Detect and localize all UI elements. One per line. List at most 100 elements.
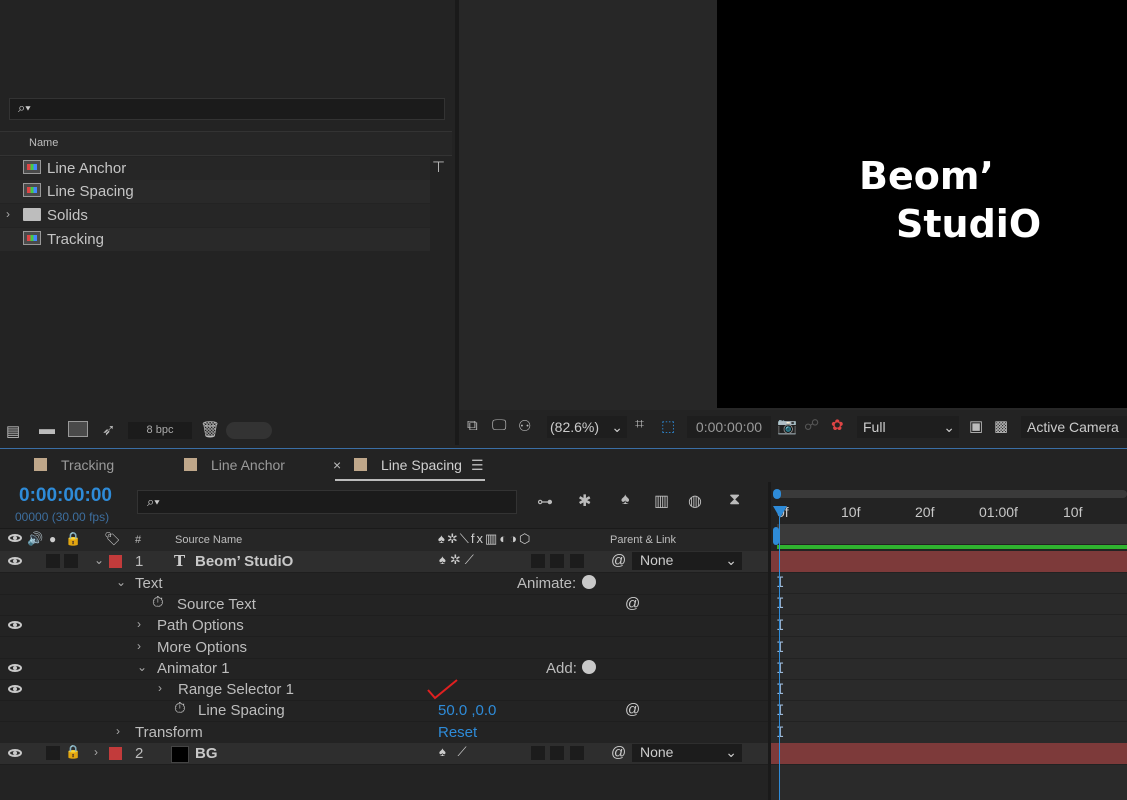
fast-previews-icon[interactable]: ▣ xyxy=(969,417,983,435)
channel-rgb-icon[interactable]: ✿ xyxy=(831,416,844,434)
panel-menu-icon[interactable]: ☰ xyxy=(471,457,484,474)
shy-layers-icon[interactable]: ♠ xyxy=(621,491,630,509)
new-folder-icon[interactable]: ▬ xyxy=(39,421,55,439)
panel-divider[interactable] xyxy=(768,482,771,800)
eye-icon[interactable] xyxy=(8,685,22,693)
layer-switches[interactable]: ♠ ⟋ xyxy=(439,744,471,760)
mask-visibility-icon[interactable]: ⚇ xyxy=(518,417,531,435)
column-source-name-label[interactable]: Source Name xyxy=(175,534,242,546)
layer-name[interactable]: BG xyxy=(195,745,218,762)
prop-range-selector[interactable]: › Range Selector 1 xyxy=(0,679,770,701)
composition-canvas[interactable]: Beom’ StudiO xyxy=(717,0,1127,408)
lock-icon[interactable]: 🔒 xyxy=(65,744,81,760)
thumbnail-scroll[interactable] xyxy=(226,422,272,439)
audio-switch[interactable] xyxy=(46,554,60,568)
animate-play-button[interactable] xyxy=(582,575,596,589)
bpc-button[interactable]: 8 bpc xyxy=(128,422,192,439)
chevron-down-icon[interactable]: ⌄ xyxy=(137,660,147,674)
current-time-display[interactable]: 0:00:00:00 xyxy=(19,485,112,507)
project-item[interactable]: Line Anchor xyxy=(0,157,430,180)
comp-flowchart-icon[interactable]: ⊶ xyxy=(537,492,553,512)
layer-name[interactable]: Beom’ StudiO xyxy=(195,553,293,570)
tab-line-spacing[interactable]: Line Spacing xyxy=(381,457,462,473)
chevron-right-icon[interactable]: › xyxy=(137,639,141,653)
track-row[interactable]: I xyxy=(771,722,1127,744)
chevron-right-icon[interactable]: › xyxy=(116,724,120,738)
snapshot-icon[interactable]: 📷 xyxy=(777,416,797,436)
pickwhip-icon[interactable]: @ xyxy=(625,595,640,612)
new-composition-icon[interactable] xyxy=(68,421,88,437)
graph-editor-icon[interactable]: ⧗ xyxy=(729,491,740,509)
playhead-line[interactable] xyxy=(779,517,780,800)
parent-select[interactable]: None ⌄ xyxy=(632,744,742,762)
track-row[interactable]: I xyxy=(771,615,1127,637)
stopwatch-icon[interactable]: ⏱ xyxy=(174,700,186,717)
chevron-right-icon[interactable]: › xyxy=(6,207,10,221)
motion-blur-icon[interactable]: ◍ xyxy=(688,491,702,511)
pickwhip-icon[interactable]: @ xyxy=(611,744,626,761)
switch-slot[interactable] xyxy=(531,554,545,568)
flowchart-icon[interactable]: ⊤ xyxy=(432,158,445,176)
prop-text[interactable]: ⌄ Text Animate: xyxy=(0,573,770,595)
panel-divider[interactable] xyxy=(455,0,459,445)
chevron-down-icon[interactable]: ⌄ xyxy=(116,575,126,589)
switch-slot[interactable] xyxy=(570,746,584,760)
work-area-bar[interactable] xyxy=(774,490,1127,498)
eye-icon[interactable] xyxy=(8,557,22,565)
audio-switch[interactable] xyxy=(46,746,60,760)
add-play-button[interactable] xyxy=(582,660,596,674)
layer-track-2[interactable] xyxy=(771,743,1127,765)
pickwhip-icon[interactable]: @ xyxy=(625,701,640,718)
project-item[interactable]: › Solids xyxy=(0,204,430,227)
work-area-start-handle[interactable] xyxy=(773,489,781,499)
switch-slot[interactable] xyxy=(531,746,545,760)
transparency-grid-icon[interactable]: ▩ xyxy=(994,417,1008,435)
eye-icon[interactable] xyxy=(8,749,22,757)
grid-guides-icon[interactable]: ⌗ xyxy=(635,416,644,434)
viewer-text-line2[interactable]: StudiO xyxy=(896,202,1041,246)
pickwhip-icon[interactable]: @ xyxy=(611,552,626,569)
viewer-timecode[interactable]: 0:00:00:00 xyxy=(687,416,771,438)
switch-slot[interactable] xyxy=(550,746,564,760)
region-of-interest-icon[interactable]: ⬚ xyxy=(661,417,675,435)
track-row[interactable]: I xyxy=(771,572,1127,594)
layer-switches[interactable]: ♠✲⟋ xyxy=(439,552,478,568)
timeline-search-input[interactable]: ⌕▾ xyxy=(137,490,517,514)
eye-icon[interactable] xyxy=(8,664,22,672)
frame-blending-icon[interactable]: ▥ xyxy=(654,491,669,511)
parent-select[interactable]: None ⌄ xyxy=(632,552,742,570)
prop-path-options[interactable]: › Path Options xyxy=(0,615,770,637)
prop-animator[interactable]: ⌄ Animator 1 Add: xyxy=(0,658,770,680)
project-item[interactable]: Line Spacing xyxy=(0,180,430,203)
prop-more-options[interactable]: › More Options xyxy=(0,637,770,659)
switch-slot[interactable] xyxy=(570,554,584,568)
monitor-icon[interactable]: 🖵 xyxy=(492,417,506,434)
chevron-right-icon[interactable]: › xyxy=(158,681,162,695)
prop-source-text[interactable]: ⏱ Source Text @ xyxy=(0,594,770,616)
layer-track-1[interactable] xyxy=(771,551,1127,573)
always-preview-icon[interactable]: ⧉ xyxy=(467,417,478,434)
chevron-down-icon[interactable]: ⌄ xyxy=(94,553,104,567)
track-row[interactable]: I xyxy=(771,658,1127,680)
project-item[interactable]: Tracking xyxy=(0,228,430,251)
tab-tracking[interactable]: Tracking xyxy=(61,457,114,473)
camera-select[interactable]: Active Camera xyxy=(1021,416,1127,438)
resolution-select[interactable]: Full ⌄ xyxy=(857,416,959,438)
layer-row-1[interactable]: ⌄ 1 T Beom’ StudiO ♠✲⟋ @ None ⌄ xyxy=(0,551,770,573)
render-queue-icon[interactable]: ➶ xyxy=(102,420,115,440)
switch-slot[interactable] xyxy=(550,554,564,568)
time-ruler[interactable]: 0f 10f 20f 01:00f 10f xyxy=(771,482,1127,550)
tab-line-anchor[interactable]: Line Anchor xyxy=(211,457,285,473)
layer-row-2[interactable]: 🔒 › 2 BG ♠ ⟋ @ None ⌄ xyxy=(0,743,770,765)
prop-transform[interactable]: › Transform Reset xyxy=(0,722,770,744)
timeline-tracks[interactable]: I I I I I I I I xyxy=(771,551,1127,800)
playhead-marker[interactable] xyxy=(773,506,787,518)
close-icon[interactable]: × xyxy=(333,457,341,473)
layer-label-color[interactable] xyxy=(109,555,122,568)
lock-switch[interactable] xyxy=(64,554,78,568)
interpret-footage-icon[interactable]: ▤ xyxy=(6,422,20,440)
project-search-input[interactable]: ⌕▾ xyxy=(9,98,445,120)
draft-3d-icon[interactable]: ✱ xyxy=(578,491,591,511)
viewer-text-line1[interactable]: Beom’ xyxy=(859,154,994,198)
layer-label-color[interactable] xyxy=(109,747,122,760)
